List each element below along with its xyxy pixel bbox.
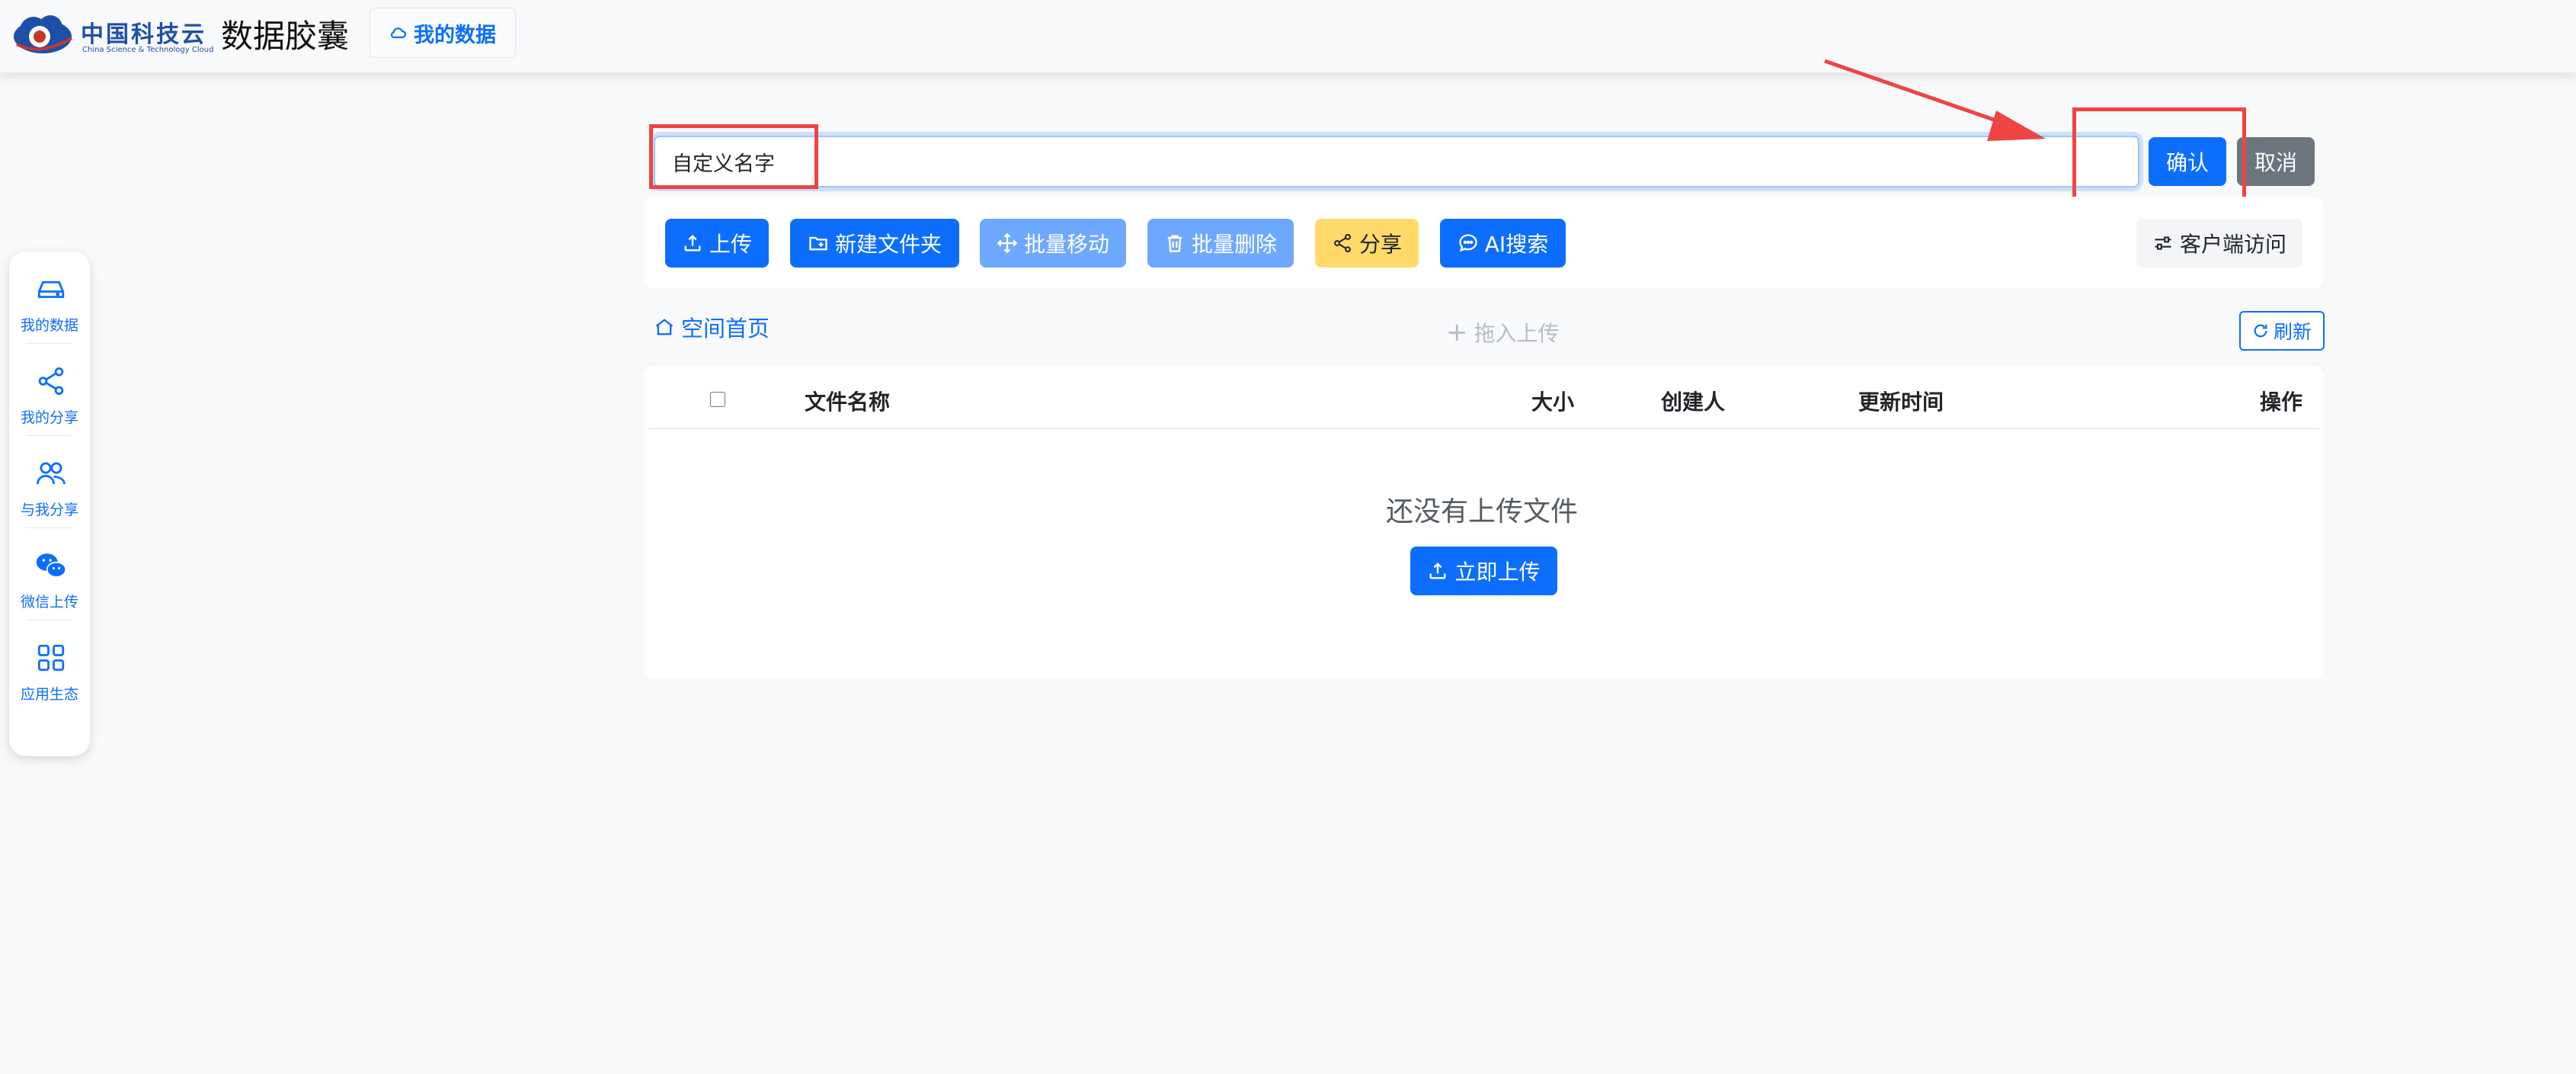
app-title: 数据胶囊: [221, 18, 350, 55]
sidebar-item-my-share[interactable]: 我的分享: [9, 344, 90, 435]
plus-icon: +: [1446, 317, 1468, 348]
folder-plus-icon: [809, 236, 827, 251]
sidebar-item-label: 微信上传: [20, 594, 78, 611]
sliders-icon: [2155, 236, 2171, 250]
batch-move-button-label: 批量移动: [1023, 232, 1109, 257]
sidebar-item-label: 与我分享: [20, 502, 78, 518]
table-header-divider: [648, 428, 2319, 429]
column-header-creator[interactable]: 创建人: [1661, 386, 1725, 416]
refresh-icon: [2254, 324, 2267, 338]
move-arrows-icon: [997, 232, 1018, 254]
wechat-icon: [36, 553, 67, 578]
new-folder-button-label: 新建文件夹: [834, 232, 942, 257]
refresh-button[interactable]: 刷新: [2239, 311, 2325, 351]
drag-upload-label: 拖入上传: [1474, 321, 1560, 346]
cloud-logo-icon: [14, 15, 72, 53]
sidebar-item-label: 应用生态: [20, 686, 78, 703]
trash-icon: [1167, 235, 1182, 252]
share-button-label: 分享: [1358, 232, 1402, 257]
sidebar-item-app-ecosystem[interactable]: 应用生态: [9, 620, 90, 712]
empty-state-text: 还没有上传文件: [1385, 496, 1578, 527]
client-access-button-label: 客户端访问: [2179, 232, 2286, 257]
logo-text-cn: 中国科技云: [81, 21, 206, 48]
sidebar-item-label: 我的分享: [20, 409, 78, 426]
refresh-button-label: 刷新: [2273, 322, 2312, 343]
upload-icon: [1429, 563, 1446, 579]
sidebar-item-wechat-upload[interactable]: 微信上传: [9, 528, 90, 620]
select-all-checkbox[interactable]: [710, 392, 725, 407]
column-header-actions: 操作: [2260, 390, 2303, 415]
nav-my-data-label: 我的数据: [414, 23, 496, 47]
share-icon: [38, 367, 64, 396]
annotation-highlight-input: [649, 124, 818, 189]
share-button[interactable]: 分享: [1315, 219, 1419, 268]
drive-icon: [37, 281, 65, 298]
batch-delete-button[interactable]: 批量删除: [1147, 219, 1294, 268]
home-icon: [655, 319, 674, 335]
ai-search-button[interactable]: AI搜索: [1440, 219, 1566, 268]
client-access-button[interactable]: 客户端访问: [2136, 219, 2302, 268]
upload-icon: [684, 235, 701, 252]
upload-button-label: 上传: [709, 232, 752, 257]
sidebar-item-shared-with-me[interactable]: 与我分享: [9, 436, 90, 527]
column-header-updated[interactable]: 更新时间: [1858, 386, 1944, 416]
folder-name-input[interactable]: [654, 136, 2139, 188]
users-icon: [37, 462, 66, 485]
grid-icon: [37, 644, 65, 672]
breadcrumb-home[interactable]: 空间首页: [654, 311, 770, 343]
batch-delete-button-label: 批量删除: [1191, 232, 1277, 257]
column-header-name[interactable]: 文件名称: [805, 386, 890, 416]
sidebar-item-my-data[interactable]: 我的数据: [9, 252, 90, 343]
column-header-size[interactable]: 大小: [1531, 386, 1574, 416]
breadcrumb-home-label: 空间首页: [681, 316, 770, 341]
logo-text-en: China Science & Technology Cloud: [82, 46, 214, 54]
ai-search-button-label: AI搜索: [1484, 232, 1549, 257]
new-folder-button[interactable]: 新建文件夹: [790, 219, 959, 268]
nav-my-data-tab[interactable]: 我的数据: [370, 8, 516, 58]
upload-now-button-label: 立即上传: [1454, 559, 1541, 585]
cancel-button[interactable]: 取消: [2237, 137, 2315, 186]
logo[interactable]: 中国科技云 China Science & Technology Cloud: [11, 11, 213, 56]
cloud-icon: [390, 27, 407, 39]
chat-bubble-icon: [1459, 234, 1477, 252]
sidebar-item-label: 我的数据: [20, 317, 78, 334]
share-icon: [1334, 233, 1351, 253]
sidebar: 我的数据 我的分享 与我分享 微信上传 应用生态: [9, 252, 90, 756]
drag-upload-zone[interactable]: + 拖入上传: [1446, 317, 1560, 348]
upload-button[interactable]: 上传: [665, 219, 769, 268]
upload-now-button[interactable]: 立即上传: [1410, 547, 1557, 595]
top-header: 中国科技云 China Science & Technology Cloud 数…: [0, 0, 2576, 72]
batch-move-button[interactable]: 批量移动: [980, 219, 1126, 268]
